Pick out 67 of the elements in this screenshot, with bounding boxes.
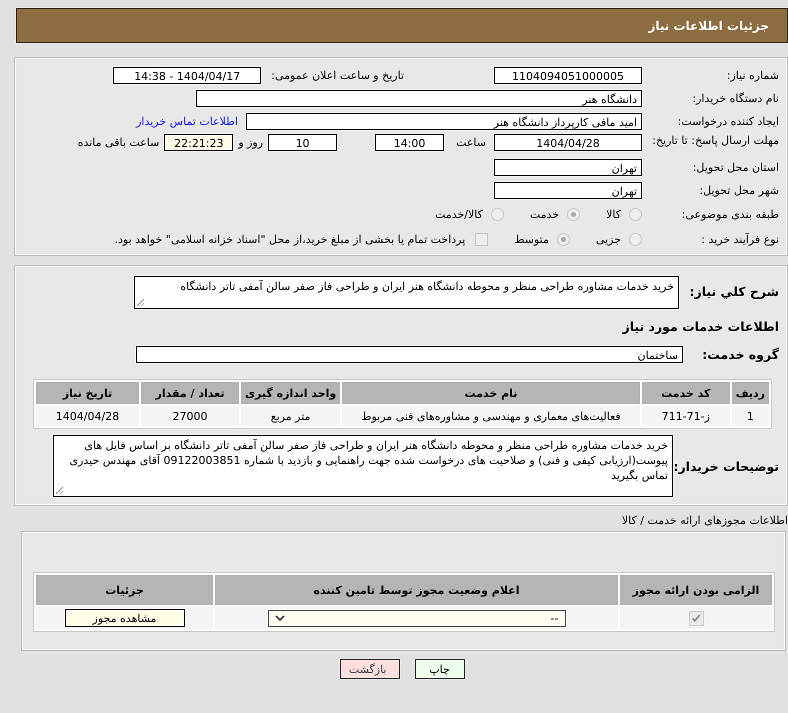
column-header: تعداد / مقدار: [141, 382, 239, 404]
option-label: جزیی: [596, 233, 621, 246]
input-field[interactable]: 14:00: [375, 134, 444, 151]
table-cell: 27000: [141, 406, 239, 426]
field-label: ساعت باقی مانده: [78, 135, 160, 151]
back-button[interactable]: بازگشت: [340, 659, 400, 679]
input-field[interactable]: ساختمان: [136, 346, 683, 363]
option-label: کالا/خدمت: [435, 208, 483, 221]
view-permit-button[interactable]: مشاهده مجوز: [64, 609, 184, 627]
option-label: کالا: [606, 208, 621, 221]
column-header: جزئیات: [36, 575, 213, 605]
radio-button[interactable]: [629, 208, 642, 221]
print-button[interactable]: چاپ: [414, 659, 464, 679]
input-field[interactable]: 1104094051000005: [494, 67, 642, 84]
input-field[interactable]: تهران: [494, 182, 642, 199]
field-label: روز و: [238, 135, 264, 151]
column-header: نام خدمت: [342, 382, 640, 404]
field-label: نام دستگاه خریدار:: [691, 92, 780, 105]
field-label: مهلت ارسال پاسخ: تا تاریخ:: [651, 134, 780, 148]
input-field[interactable]: دانشگاه هنر: [196, 90, 642, 107]
input-field[interactable]: 10: [268, 134, 338, 151]
field-label: توضیحات خریدار:: [673, 458, 780, 474]
field-label: شرح کلي نیاز:: [688, 283, 780, 299]
field-label: استان محل تحویل:: [692, 161, 780, 174]
table-cell: 1: [732, 406, 769, 426]
radio-button[interactable]: [556, 233, 570, 246]
contact-link[interactable]: اطلاعات تماس خریدار: [136, 115, 238, 128]
input-field[interactable]: 1404/04/17 - 14:38: [113, 67, 262, 84]
column-header: الزامی بودن ارائه مجوز: [620, 575, 772, 605]
input-field[interactable]: امید مافی کارپرداز دانشگاه هنر: [246, 113, 642, 130]
payment-note: پرداخت تمام یا بخشی از مبلغ خرید،از محل "اسناد خزانه اسلامی" خواهد بود.: [114, 233, 466, 246]
table-cell: 1404/04/28: [36, 406, 139, 426]
header-title: جزئیات اطلاعات نیاز: [648, 18, 769, 32]
input-field[interactable]: تهران: [494, 159, 642, 176]
checkbox[interactable]: [475, 233, 488, 246]
text-area[interactable]: خرید خدمات مشاوره طراحی منظر و محوطه دانشگاه هنر ایران و طراحی فاز صفر سالن آمفی تاتر دانشگاه بر اساس فایل های پیوست(ارزیابی کیفی و فنی) و صلاحیت های درخواست شده جهت راهنمایی و بازدید با شماره 09122003851 آقای مهندس حیدری تماس بگیرید: [53, 435, 673, 497]
option-label: متوسط: [514, 233, 549, 246]
checkbox[interactable]: [688, 610, 704, 626]
dropdown[interactable]: --: [268, 610, 566, 626]
input-field[interactable]: 22:21:23: [164, 134, 234, 151]
text-area[interactable]: خرید خدمات مشاوره طراحی منظر و محوطه دانشگاه هنر ایران و طراحی فاز صفر سالن آمفی تاتر دانشگاه: [134, 276, 679, 309]
field-label: شهر محل تحویل:: [698, 184, 780, 197]
radio-button[interactable]: [629, 233, 642, 246]
input-field[interactable]: 1404/04/28: [494, 134, 642, 151]
column-header: تاریخ نیاز: [36, 382, 139, 404]
column-header: ردیف: [732, 382, 769, 404]
checkmark-icon: [691, 613, 701, 623]
table-cell: فعالیت‌های معماری و مهندسی و مشاوره‌های فنی مربوط: [342, 406, 640, 426]
field-label: تاریخ و ساعت اعلان عمومی:: [271, 69, 404, 82]
field-label: نوع فرآیند خرید :: [700, 233, 780, 246]
chevron-down-icon: [274, 615, 284, 621]
table-cell: متر مربع: [241, 406, 340, 426]
field-label: شماره نیاز:: [726, 69, 780, 82]
radio-button[interactable]: [567, 208, 580, 221]
section-title: اطلاعات مجوزهای ارائه خدمت / کالا: [622, 514, 788, 527]
column-header: اعلام وضعیت مجوز توسط تامین کننده: [215, 575, 618, 605]
column-header: واحد اندازه گیری: [241, 382, 340, 404]
section-heading: اطلاعات خدمات مورد نیاز: [622, 319, 779, 334]
field-label: ساعت: [456, 135, 486, 151]
table-cell: ز-71-711: [642, 406, 730, 426]
radio-button[interactable]: [490, 208, 504, 221]
column-header: کد خدمت: [642, 382, 730, 404]
field-label: گروه خدمت:: [701, 347, 780, 362]
dropdown-value: --: [550, 612, 558, 624]
field-label: طبقه بندی موضوعی:: [680, 208, 780, 221]
option-label: خدمت: [530, 208, 560, 221]
field-label: ایجاد کننده درخواست:: [676, 115, 780, 128]
